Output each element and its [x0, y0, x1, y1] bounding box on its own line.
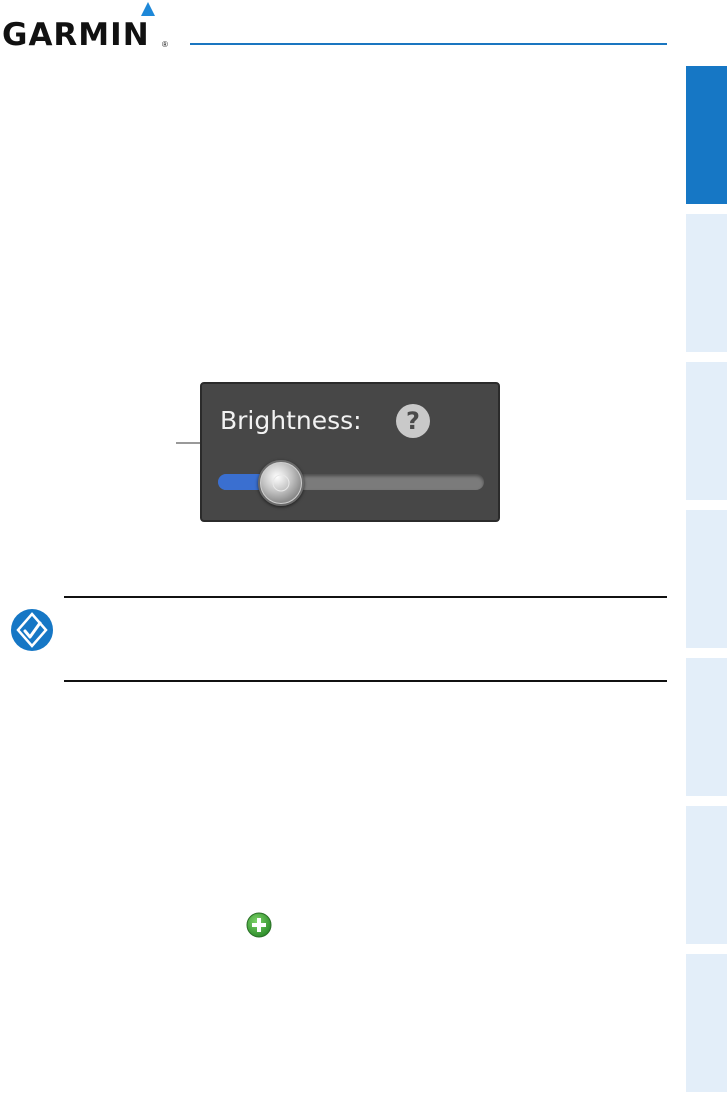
side-tab-3[interactable] [686, 362, 727, 500]
brightness-panel: Brightness: ? [200, 382, 500, 522]
logo-registered-mark: ® [162, 40, 168, 49]
side-tab-5[interactable] [686, 658, 727, 796]
side-tab-7[interactable] [686, 954, 727, 1092]
help-button[interactable]: ? [396, 404, 430, 438]
garmin-logo: GARMIN ® [0, 0, 175, 58]
side-tab-4[interactable] [686, 510, 727, 648]
brightness-label: Brightness: [220, 406, 362, 435]
side-tab-6[interactable] [686, 806, 727, 944]
slider-thumb-face-icon [261, 463, 301, 503]
brightness-slider-thumb[interactable] [258, 460, 304, 506]
header-rule [190, 43, 667, 45]
logo-text: GARMIN [2, 17, 150, 53]
side-tab-2[interactable] [686, 214, 727, 352]
logo-triangle-icon [141, 2, 155, 16]
note-rule-bottom [64, 680, 667, 682]
note-rule-top [64, 596, 667, 598]
plus-circle-icon[interactable] [246, 912, 272, 938]
side-tab-1[interactable] [686, 66, 727, 204]
note-pencil-icon [11, 609, 53, 651]
